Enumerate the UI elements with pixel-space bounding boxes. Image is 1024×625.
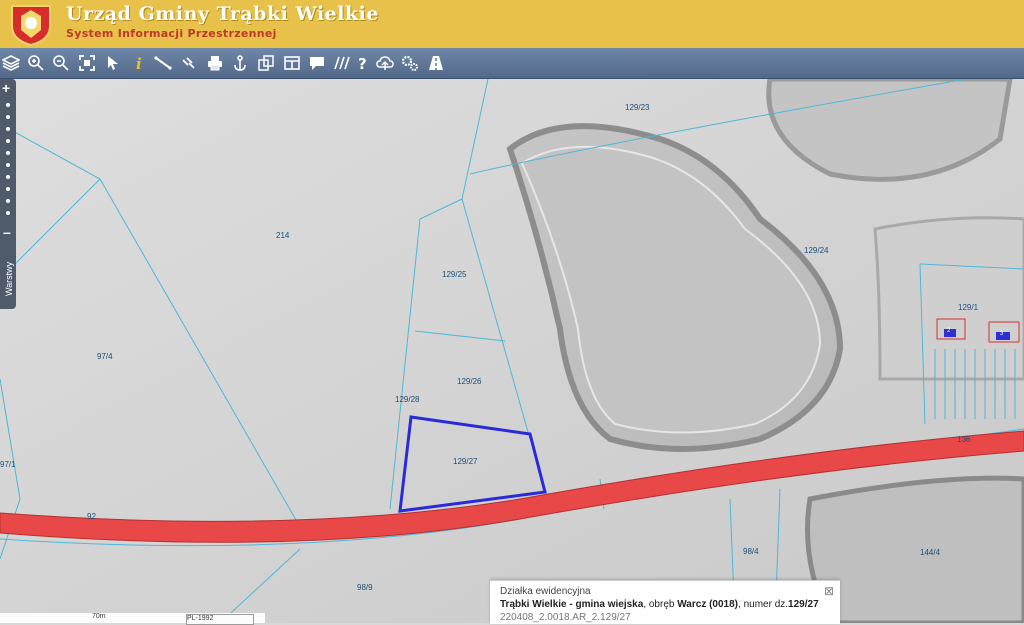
parcel-info-popup: Działka ewidencyjna Trąbki Wielkie - gmi…	[490, 580, 840, 624]
zoom-level-dot[interactable]	[6, 139, 10, 143]
parcel-label: 129/27	[453, 457, 478, 466]
anchor-icon[interactable]	[229, 52, 251, 74]
zoom-level-dot[interactable]	[6, 199, 10, 203]
parcel-label: 98/4	[743, 547, 759, 556]
zoom-level-dot[interactable]	[6, 103, 10, 107]
svg-text:i: i	[136, 55, 142, 72]
zoom-level-dot[interactable]	[6, 187, 10, 191]
building-label: 3	[1000, 331, 1004, 337]
zoom-in-icon[interactable]	[25, 52, 47, 74]
crs-select[interactable]: PL-1992	[186, 614, 254, 625]
print-icon[interactable]	[204, 52, 226, 74]
hatch-icon[interactable]	[331, 52, 353, 74]
copy-icon[interactable]	[255, 52, 277, 74]
parcel-label: 129/23	[625, 103, 650, 112]
parcel-label: 97/4	[97, 352, 113, 361]
zoom-level-dot[interactable]	[6, 127, 10, 131]
zoom-level-dot[interactable]	[6, 163, 10, 167]
comment-icon[interactable]	[306, 52, 328, 74]
parcel-label: 129/25	[442, 270, 467, 279]
zoom-plus-icon[interactable]: +	[2, 81, 10, 95]
window-icon[interactable]	[281, 52, 303, 74]
popup-municipality: Trąbki Wielkie - gmina wiejska	[500, 599, 644, 610]
app-header: Urząd Gminy Trąbki Wielkie System Inform…	[0, 0, 1024, 48]
pointer-icon[interactable]	[102, 52, 124, 74]
layers-icon[interactable]	[0, 52, 22, 74]
parcel-label: 136	[957, 435, 971, 444]
svg-text:?: ?	[358, 55, 367, 72]
zoom-level-dot[interactable]	[6, 175, 10, 179]
parcel-label: 129/24	[804, 246, 829, 255]
popup-number-label: , numer dz.	[738, 599, 789, 610]
coat-of-arms-icon	[11, 5, 51, 46]
layers-panel-tab[interactable]: Warstwy	[0, 242, 16, 308]
map-toolbar: i ?	[0, 48, 1024, 79]
parcel-label: 92	[87, 512, 96, 521]
map-view[interactable]: 129/23 214 129/25 129/24 129/1 97/4 129/…	[0, 79, 1024, 623]
parcel-label: 129/28	[395, 395, 420, 404]
parcel-label: 129/26	[457, 377, 482, 386]
cloud-upload-icon[interactable]	[374, 52, 396, 74]
parcel-label: 144/4	[920, 548, 941, 557]
link-icon[interactable]	[178, 52, 200, 74]
layers-tab-label: Warstwy	[4, 261, 14, 296]
close-icon[interactable]: ⊠	[824, 584, 834, 598]
settings-icon[interactable]	[399, 52, 421, 74]
zoom-out-icon[interactable]	[50, 52, 72, 74]
building-label: 2	[947, 328, 951, 334]
scale-label: 70m	[92, 613, 106, 620]
popup-precinct: Warcz (0018)	[677, 599, 739, 610]
popup-parcel-identifier: 220408_2.0018.AR_2.129/27	[500, 612, 631, 623]
road-icon[interactable]	[425, 52, 447, 74]
zoom-level-dot[interactable]	[6, 151, 10, 155]
info-icon[interactable]: i	[127, 52, 149, 74]
popup-title: Działka ewidencyjna	[500, 586, 591, 597]
popup-parcel-description: Trąbki Wielkie - gmina wiejska, obręb Wa…	[500, 599, 819, 610]
zoom-extent-icon[interactable]	[76, 52, 98, 74]
zoom-level-dot[interactable]	[6, 115, 10, 119]
help-icon[interactable]: ?	[352, 52, 374, 74]
measure-distance-icon[interactable]	[152, 52, 174, 74]
app-title: Urząd Gminy Trąbki Wielkie	[66, 3, 379, 25]
zoom-level-dot[interactable]	[6, 211, 10, 215]
zoom-minus-icon[interactable]: –	[3, 225, 11, 239]
popup-precinct-label: , obręb	[643, 599, 678, 610]
parcel-label: 214	[276, 231, 290, 240]
scale-bar: 70m PL-1992	[0, 613, 265, 625]
popup-parcel-number: 129/27	[788, 599, 819, 610]
parcel-label: 97/1	[0, 460, 16, 469]
parcel-label: 129/1	[958, 303, 979, 312]
parcel-label: 98/9	[357, 583, 373, 592]
app-subtitle: System Informacji Przestrzennej	[66, 27, 277, 40]
